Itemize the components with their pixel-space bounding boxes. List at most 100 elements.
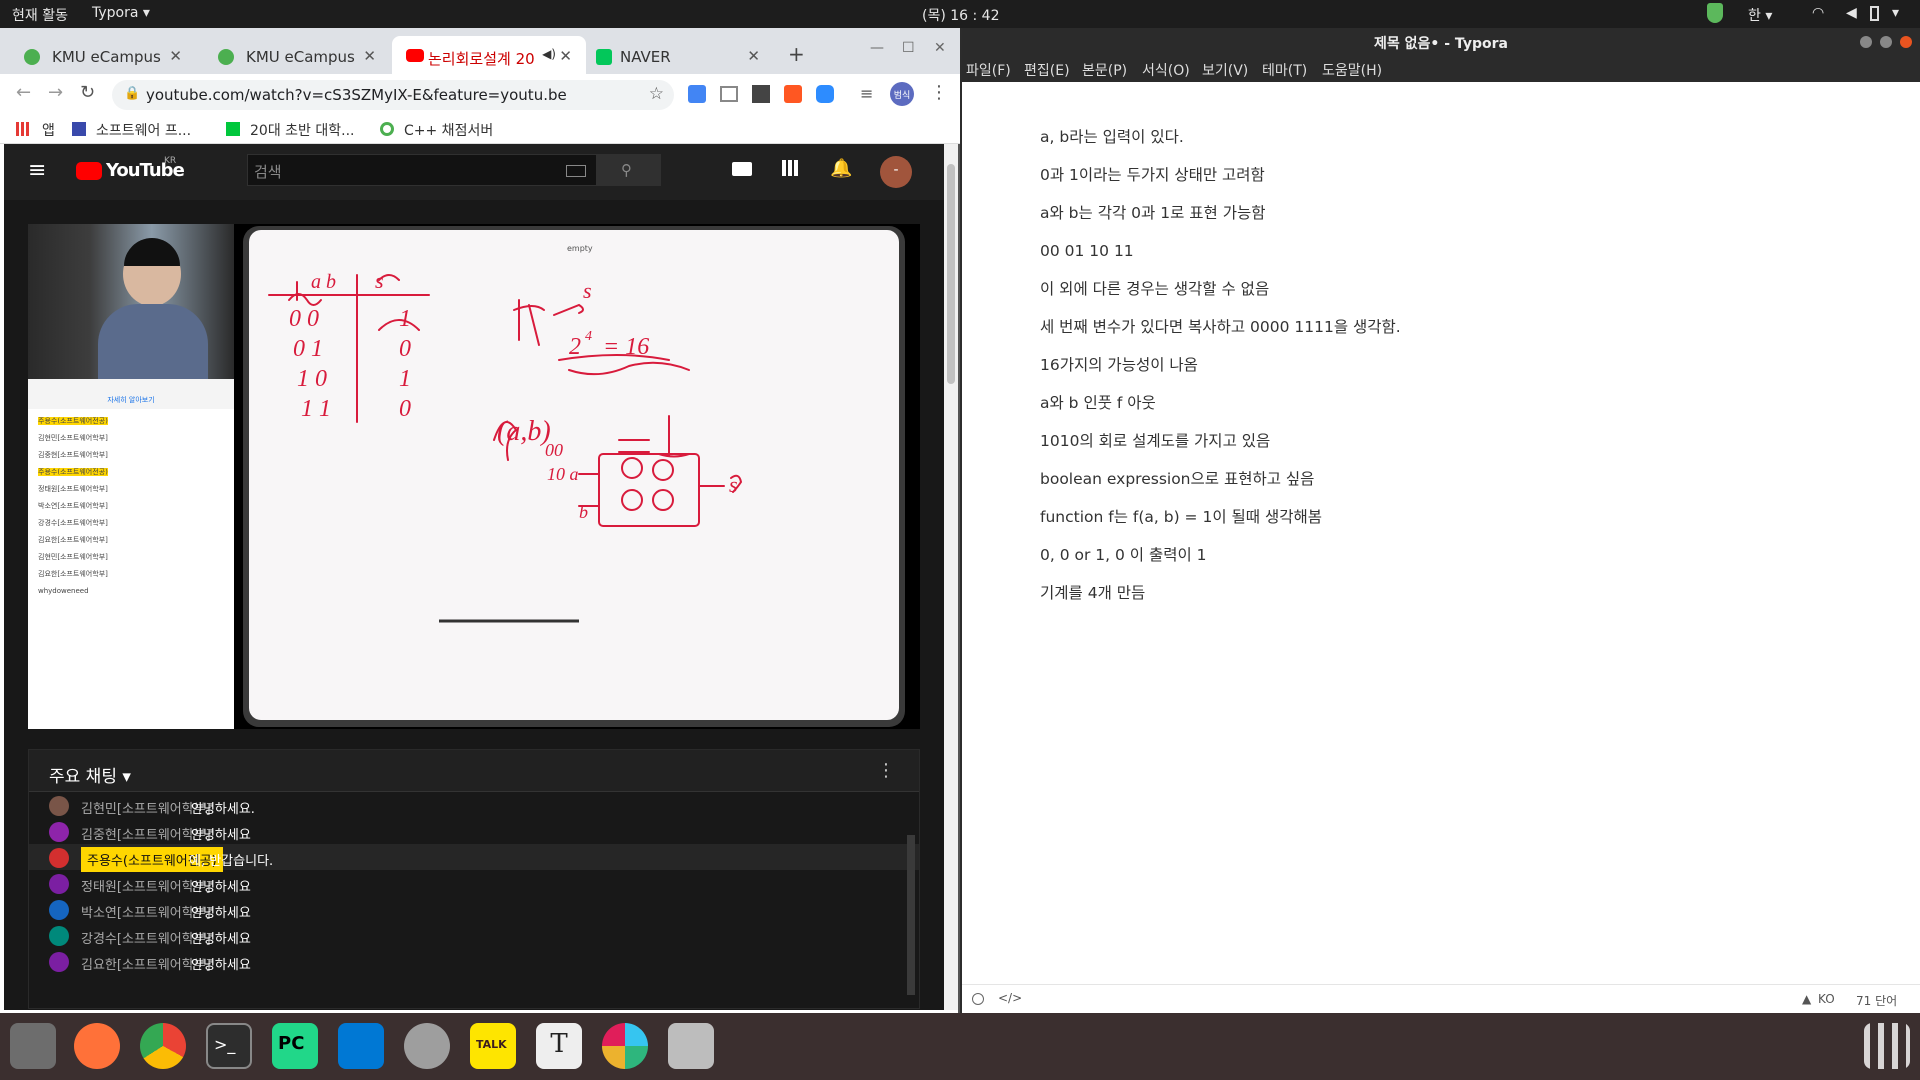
paragraph[interactable]: 0, 0 or 1, 0 이 출력이 1	[1040, 544, 1860, 582]
avatar[interactable]	[49, 900, 69, 920]
menu-file[interactable]: 파일(F)	[966, 60, 1011, 80]
apps-grid-icon[interactable]	[782, 160, 798, 176]
url-input[interactable]: 🔒 youtube.com/watch?v=cS3SZMyIX-E&featur…	[112, 80, 674, 110]
paragraph[interactable]: a와 b 인풋 f 아웃	[1040, 392, 1860, 430]
avatar[interactable]	[49, 952, 69, 972]
paragraph[interactable]: 0과 1이라는 두가지 상태만 고려함	[1040, 164, 1860, 202]
media-control-icon[interactable]: ≡	[860, 84, 873, 103]
audio-icon[interactable]: ◀)	[542, 47, 556, 61]
bookmark-cpp-grader[interactable]: C++ 채점서버	[404, 120, 493, 140]
paragraph[interactable]: a, b라는 입력이 있다.	[1040, 126, 1860, 164]
camera-icon[interactable]	[668, 1023, 714, 1069]
profile-avatar[interactable]: 범식	[890, 82, 914, 106]
tab-kmu-ecampus-1[interactable]: KMU eCampus ✕	[2, 36, 196, 74]
maximize-button[interactable]	[1880, 36, 1892, 48]
clock[interactable]: (목) 16 : 42	[922, 5, 1000, 25]
paragraph[interactable]: 00 01 10 11	[1040, 240, 1860, 278]
kebab-menu-icon[interactable]: ⋮	[930, 82, 948, 103]
typora-app-menu[interactable]: Typora ▾	[92, 5, 150, 21]
lock-icon[interactable]: 🔒	[124, 86, 140, 101]
paragraph[interactable]: 1010의 회로 설계도를 가지고 있음	[1040, 430, 1860, 468]
input-method-indicator[interactable]: 한 ▾	[1748, 5, 1772, 25]
keyboard-icon[interactable]	[566, 165, 586, 177]
source-code-icon[interactable]: </>	[998, 991, 1022, 1005]
translate-extension-icon[interactable]	[688, 85, 706, 103]
reload-button[interactable]: ↻	[80, 82, 95, 103]
avatar[interactable]	[49, 874, 69, 894]
scrollbar-thumb[interactable]	[947, 164, 955, 384]
editor-content[interactable]: a, b라는 입력이 있다. 0과 1이라는 두가지 상태만 고려함 a와 b는 각…	[1040, 126, 1860, 620]
minimize-button[interactable]: —	[870, 40, 884, 56]
chat-scrollbar[interactable]	[907, 835, 915, 995]
paragraph[interactable]: 기계를 4개 만듬	[1040, 582, 1860, 620]
bookmark-apps[interactable]: 앱	[42, 120, 55, 140]
extension-icon[interactable]	[784, 85, 802, 103]
extension-icon[interactable]	[720, 86, 738, 102]
tab-youtube[interactable]: 논리회로설계 20 ◀) ✕	[392, 36, 586, 74]
menu-paragraph[interactable]: 본문(P)	[1082, 60, 1127, 80]
typora-icon[interactable]: T	[536, 1023, 582, 1069]
close-icon[interactable]: ✕	[747, 47, 760, 65]
youtube-logo-icon[interactable]	[76, 162, 102, 180]
back-button[interactable]: ←	[16, 82, 31, 103]
spellcheck-language[interactable]: KO	[1818, 992, 1835, 1006]
zoom-extension-icon[interactable]	[816, 85, 834, 103]
minimize-button[interactable]	[1860, 36, 1872, 48]
page-scrollbar[interactable]	[944, 144, 958, 1010]
kebab-menu-icon[interactable]: ⋮	[877, 760, 895, 781]
chevron-down-icon[interactable]: ▾	[1892, 5, 1899, 21]
close-icon[interactable]: ✕	[363, 47, 376, 65]
close-icon[interactable]: ✕	[169, 47, 182, 65]
menu-view[interactable]: 보기(V)	[1202, 60, 1248, 80]
kakaotalk-icon[interactable]: TALK	[470, 1023, 516, 1069]
firefox-icon[interactable]	[74, 1023, 120, 1069]
vscode-icon[interactable]	[338, 1023, 384, 1069]
close-button[interactable]	[1900, 36, 1912, 48]
word-count[interactable]: 71 단어	[1856, 992, 1897, 1009]
settings-gear-icon[interactable]	[404, 1023, 450, 1069]
battery-icon[interactable]	[1870, 6, 1879, 21]
tab-naver[interactable]: NAVER ✕	[588, 36, 774, 74]
paragraph[interactable]: a와 b는 각각 0과 1로 표현 가능함	[1040, 202, 1860, 240]
create-video-icon[interactable]	[732, 162, 752, 176]
activities-button[interactable]: 현재 활동	[12, 5, 68, 25]
slack-icon[interactable]	[602, 1023, 648, 1069]
menu-edit[interactable]: 편집(E)	[1024, 60, 1070, 80]
menu-theme[interactable]: 테마(T)	[1262, 60, 1307, 80]
chrome-icon[interactable]	[140, 1023, 186, 1069]
new-tab-button[interactable]: +	[788, 42, 805, 66]
paragraph[interactable]: function f는 f(a, b) = 1이 될때 생각해봄	[1040, 506, 1860, 544]
hamburger-menu-icon[interactable]: ≡	[28, 158, 46, 183]
bookmark-20s[interactable]: 20대 초반 대학...	[250, 120, 354, 140]
search-input[interactable]: 검색	[247, 154, 597, 186]
avatar[interactable]	[49, 796, 69, 816]
tab-kmu-ecampus-2[interactable]: KMU eCampus ✕	[196, 36, 390, 74]
paragraph[interactable]: 이 외에 다른 경우는 생각할 수 없음	[1040, 278, 1860, 316]
forward-button[interactable]: →	[48, 82, 63, 103]
account-avatar[interactable]: -	[880, 156, 912, 188]
bell-icon[interactable]: 🔔	[830, 158, 852, 179]
paragraph[interactable]: 16가지의 가능성이 나옴	[1040, 354, 1860, 392]
video-player[interactable]: 자세히 알아보기 주용수(소프트웨어전공) 김현민[소프트웨어학부] 김중현[소…	[28, 224, 920, 729]
avatar[interactable]	[49, 848, 69, 868]
wifi-icon[interactable]: ◠	[1812, 5, 1824, 21]
shield-icon[interactable]	[1707, 3, 1723, 23]
paragraph[interactable]: 세 번째 변수가 있다면 복사하고 0000 1111을 생각함.	[1040, 316, 1860, 354]
menu-help[interactable]: 도움말(H)	[1322, 60, 1382, 80]
app-grid-icon[interactable]	[1864, 1023, 1910, 1069]
bookmark-software[interactable]: 소프트웨어 프...	[96, 120, 191, 140]
paragraph[interactable]: boolean expression으로 표현하고 싶음	[1040, 468, 1860, 506]
files-icon[interactable]	[10, 1023, 56, 1069]
avatar[interactable]	[49, 822, 69, 842]
menu-format[interactable]: 서식(O)	[1142, 60, 1190, 80]
sidebar-toggle-icon[interactable]	[972, 993, 984, 1005]
maximize-button[interactable]: ☐	[902, 40, 915, 56]
volume-icon[interactable]: ◀	[1846, 5, 1857, 21]
pycharm-icon[interactable]: PC	[272, 1023, 318, 1069]
chat-mode-dropdown[interactable]: 주요 채팅 ▾	[49, 767, 131, 787]
search-button[interactable]: ⚲	[597, 154, 661, 186]
terminal-icon[interactable]: >_	[206, 1023, 252, 1069]
extension-icon[interactable]	[752, 85, 770, 103]
bookmark-star-icon[interactable]: ☆	[649, 84, 664, 104]
window-close-button[interactable]: ✕	[934, 40, 946, 56]
